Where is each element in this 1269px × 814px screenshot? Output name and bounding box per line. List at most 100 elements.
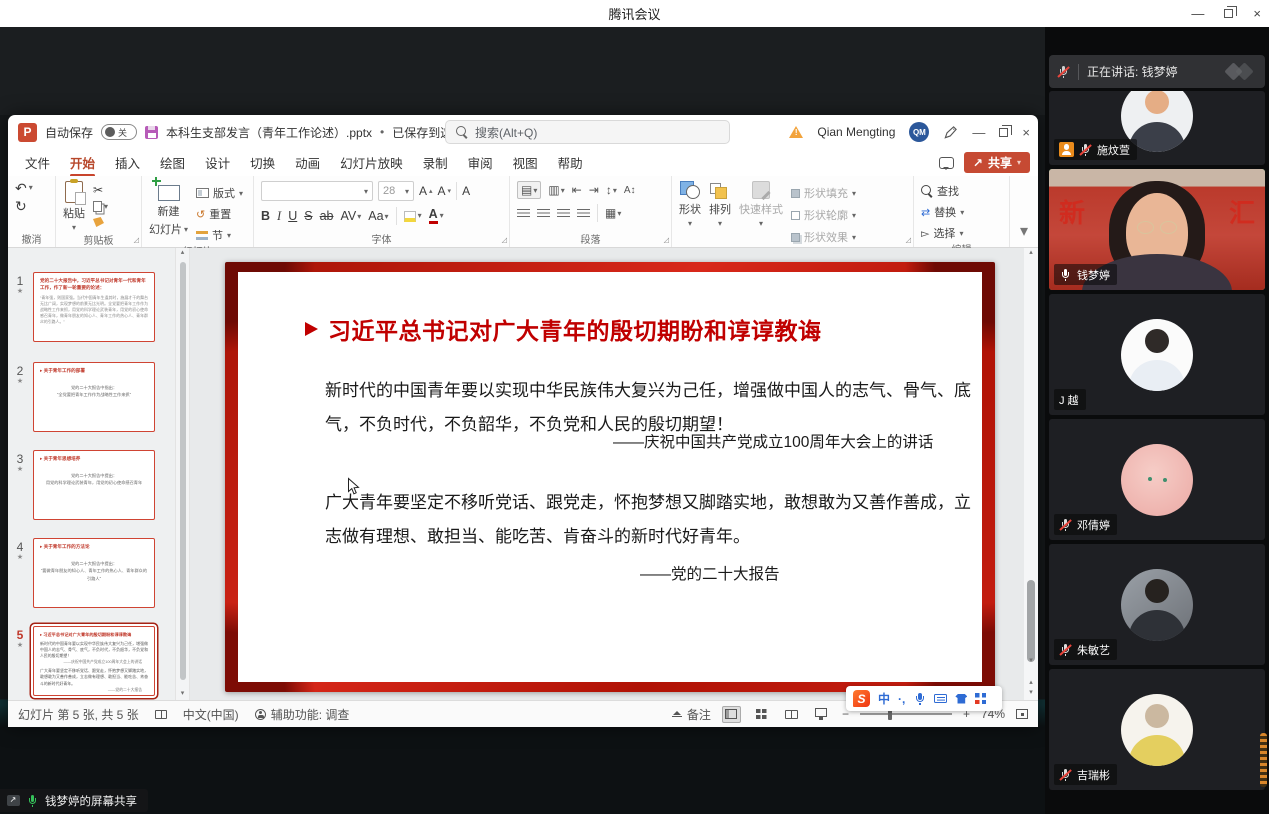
character-spacing-button[interactable]: AV▾ bbox=[340, 209, 361, 223]
ppt-close-button[interactable]: × bbox=[1022, 125, 1030, 140]
quick-styles-button[interactable]: 快速样式 ▾ bbox=[739, 181, 783, 245]
bold-button[interactable]: B bbox=[261, 209, 270, 223]
find-button[interactable]: 查找 bbox=[921, 183, 1002, 199]
shape-outline-button[interactable]: 形状轮廓▾ bbox=[791, 207, 856, 223]
font-color-button[interactable]: A▾ bbox=[429, 208, 444, 224]
slide-content[interactable]: 习近平总书记对广大青年的殷切期盼和谆谆教诲 新时代的中国青年要以实现中华民族伟大… bbox=[238, 272, 982, 682]
tab-home[interactable]: 开始 bbox=[61, 149, 104, 176]
strikethrough-button[interactable]: ab bbox=[320, 209, 334, 223]
decrease-indent-button[interactable]: ⇤ bbox=[572, 183, 582, 197]
tab-record[interactable]: 录制 bbox=[414, 149, 457, 176]
comments-icon[interactable] bbox=[939, 157, 954, 169]
sort-button[interactable]: A↕ bbox=[624, 185, 636, 196]
new-slide-button[interactable]: 新建 幻灯片▾ bbox=[149, 181, 188, 243]
next-slide-button[interactable]: ▾ bbox=[1029, 688, 1033, 698]
numbering-button[interactable]: ▥▾ bbox=[548, 183, 564, 197]
autosave-toggle[interactable]: 关 bbox=[101, 124, 137, 140]
bullets-button[interactable]: ▤▾ bbox=[517, 181, 541, 199]
zoom-slider[interactable] bbox=[860, 713, 952, 715]
sogou-logo-icon[interactable]: S bbox=[853, 690, 870, 707]
scroll-down-icon[interactable]: ▾ bbox=[181, 689, 185, 699]
scroll-up-icon[interactable]: ▴ bbox=[181, 248, 185, 258]
font-name-combobox[interactable]: ▾ bbox=[261, 181, 373, 201]
ime-toolbox-icon[interactable] bbox=[975, 693, 986, 704]
canvas-scrollbar[interactable]: ▴ ▾ ▴ ▾ bbox=[1024, 248, 1038, 700]
share-button[interactable]: ↗ 共享 ▾ bbox=[964, 152, 1030, 173]
search-input[interactable]: 搜索(Alt+Q) bbox=[445, 120, 730, 144]
sidebar-scrollbar-thumb[interactable] bbox=[1260, 733, 1267, 787]
reading-view-button[interactable] bbox=[782, 706, 801, 723]
replace-button[interactable]: ⇄替换▾ bbox=[921, 204, 1002, 220]
document-filename[interactable]: 本科生支部发言（青年工作论述）.pptx bbox=[166, 124, 372, 141]
normal-view-button[interactable] bbox=[722, 706, 741, 723]
ime-mode-chinese[interactable]: 中 bbox=[878, 693, 890, 705]
warning-icon[interactable] bbox=[789, 126, 803, 138]
tab-review[interactable]: 审阅 bbox=[459, 149, 502, 176]
ime-voice-icon[interactable] bbox=[913, 692, 926, 705]
shape-fill-button[interactable]: 形状填充▾ bbox=[791, 185, 856, 201]
collapse-ribbon-button[interactable]: ▾ bbox=[1020, 221, 1028, 241]
paragraph-dialog-launcher[interactable]: ◿ bbox=[664, 236, 669, 244]
scroll-up-icon[interactable]: ▴ bbox=[1029, 248, 1033, 258]
participant-tile-6[interactable]: 吉瑞彬 bbox=[1049, 669, 1265, 790]
minimize-button[interactable]: — bbox=[1191, 6, 1204, 21]
align-right-button[interactable] bbox=[557, 209, 570, 218]
shapes-button[interactable]: 形状 ▾ bbox=[679, 181, 701, 245]
ime-skin-icon[interactable] bbox=[955, 694, 967, 704]
reset-button[interactable]: ↺重置 bbox=[196, 206, 243, 222]
change-case-button[interactable]: Aa▾ bbox=[368, 209, 388, 223]
paste-button[interactable]: 粘贴 ▾ bbox=[63, 181, 85, 232]
slide-1-thumbnail[interactable]: 党的二十大报告中，习近平总书记对青年一代和青年工作，作了新一轮重要的论述： “青… bbox=[33, 272, 155, 342]
clear-formatting-button[interactable]: A bbox=[462, 185, 470, 197]
restore-button[interactable] bbox=[1224, 9, 1233, 18]
columns-button[interactable]: ▦▾ bbox=[605, 206, 621, 220]
shrink-font-button[interactable]: A▾ bbox=[438, 185, 452, 197]
slideshow-button[interactable] bbox=[812, 706, 831, 723]
align-left-button[interactable] bbox=[517, 209, 530, 218]
highlight-button[interactable]: ▾ bbox=[404, 211, 422, 222]
slide[interactable]: 习近平总书记对广大青年的殷切期盼和谆谆教诲 新时代的中国青年要以实现中华民族伟大… bbox=[225, 262, 995, 692]
tab-help[interactable]: 帮助 bbox=[549, 149, 592, 176]
increase-indent-button[interactable]: ⇥ bbox=[589, 183, 599, 197]
tab-design[interactable]: 设计 bbox=[196, 149, 239, 176]
inking-pen-icon[interactable] bbox=[943, 125, 958, 140]
participant-tile-5[interactable]: 朱敏艺 bbox=[1049, 544, 1265, 665]
slide-4-thumbnail[interactable]: ▸ 关于青年工作的方法论 党的二十大报告中提出：“要做青年朋友的知心人、青年工作… bbox=[33, 538, 155, 608]
tab-file[interactable]: 文件 bbox=[16, 149, 59, 176]
spellcheck-icon[interactable] bbox=[155, 710, 167, 719]
screen-share-pill[interactable]: 钱梦婷的屏幕共享 bbox=[0, 789, 148, 812]
shadow-button[interactable]: S bbox=[304, 209, 312, 223]
align-center-button[interactable] bbox=[537, 209, 550, 218]
drawing-dialog-launcher[interactable]: ◿ bbox=[906, 236, 911, 244]
previous-slide-button[interactable]: ▴ bbox=[1029, 678, 1033, 688]
grow-font-button[interactable]: A▴ bbox=[419, 185, 433, 197]
scrollbar-thumb[interactable] bbox=[180, 262, 186, 680]
copy-button[interactable]: ▾ bbox=[93, 201, 108, 212]
layout-button[interactable]: 版式▾ bbox=[196, 185, 243, 201]
underline-button[interactable]: U bbox=[288, 209, 297, 223]
participant-tile-2[interactable]: 新 汇 钱梦婷 bbox=[1049, 169, 1265, 290]
clipboard-dialog-launcher[interactable]: ◿ bbox=[134, 236, 139, 244]
line-spacing-button[interactable]: ↕▾ bbox=[606, 183, 617, 197]
language-indicator[interactable]: 中文(中国) bbox=[183, 706, 239, 723]
participant-tile-3[interactable]: J 越 bbox=[1049, 294, 1265, 415]
ppt-minimize-button[interactable]: — bbox=[972, 125, 985, 140]
section-button[interactable]: 节▾ bbox=[196, 227, 243, 243]
ime-keyboard-icon[interactable] bbox=[934, 694, 947, 703]
cut-button[interactable]: ✂ bbox=[93, 184, 108, 196]
justify-button[interactable] bbox=[577, 209, 590, 218]
scroll-down-icon[interactable]: ▾ bbox=[1029, 656, 1033, 666]
participant-tile-1[interactable]: 施炆萱 bbox=[1049, 91, 1265, 165]
select-button[interactable]: ▻选择▾ bbox=[921, 225, 1002, 241]
slide-canvas[interactable]: 习近平总书记对广大青年的殷切期盼和谆谆教诲 新时代的中国青年要以实现中华民族伟大… bbox=[190, 248, 1024, 700]
ppt-restore-button[interactable] bbox=[999, 128, 1008, 137]
avatar[interactable]: QM bbox=[909, 122, 929, 142]
shape-effects-button[interactable]: 形状效果▾ bbox=[791, 229, 856, 245]
slide-sorter-button[interactable] bbox=[752, 706, 771, 723]
tab-draw[interactable]: 绘图 bbox=[151, 149, 194, 176]
participant-tile-4[interactable]: 邓倩婷 bbox=[1049, 419, 1265, 540]
ime-punctuation[interactable]: ·, bbox=[898, 693, 905, 705]
font-size-combobox[interactable]: 28▾ bbox=[378, 181, 414, 201]
accessibility-status[interactable]: 辅助功能: 调查 bbox=[255, 706, 350, 723]
fit-to-window-icon[interactable] bbox=[1016, 709, 1028, 719]
